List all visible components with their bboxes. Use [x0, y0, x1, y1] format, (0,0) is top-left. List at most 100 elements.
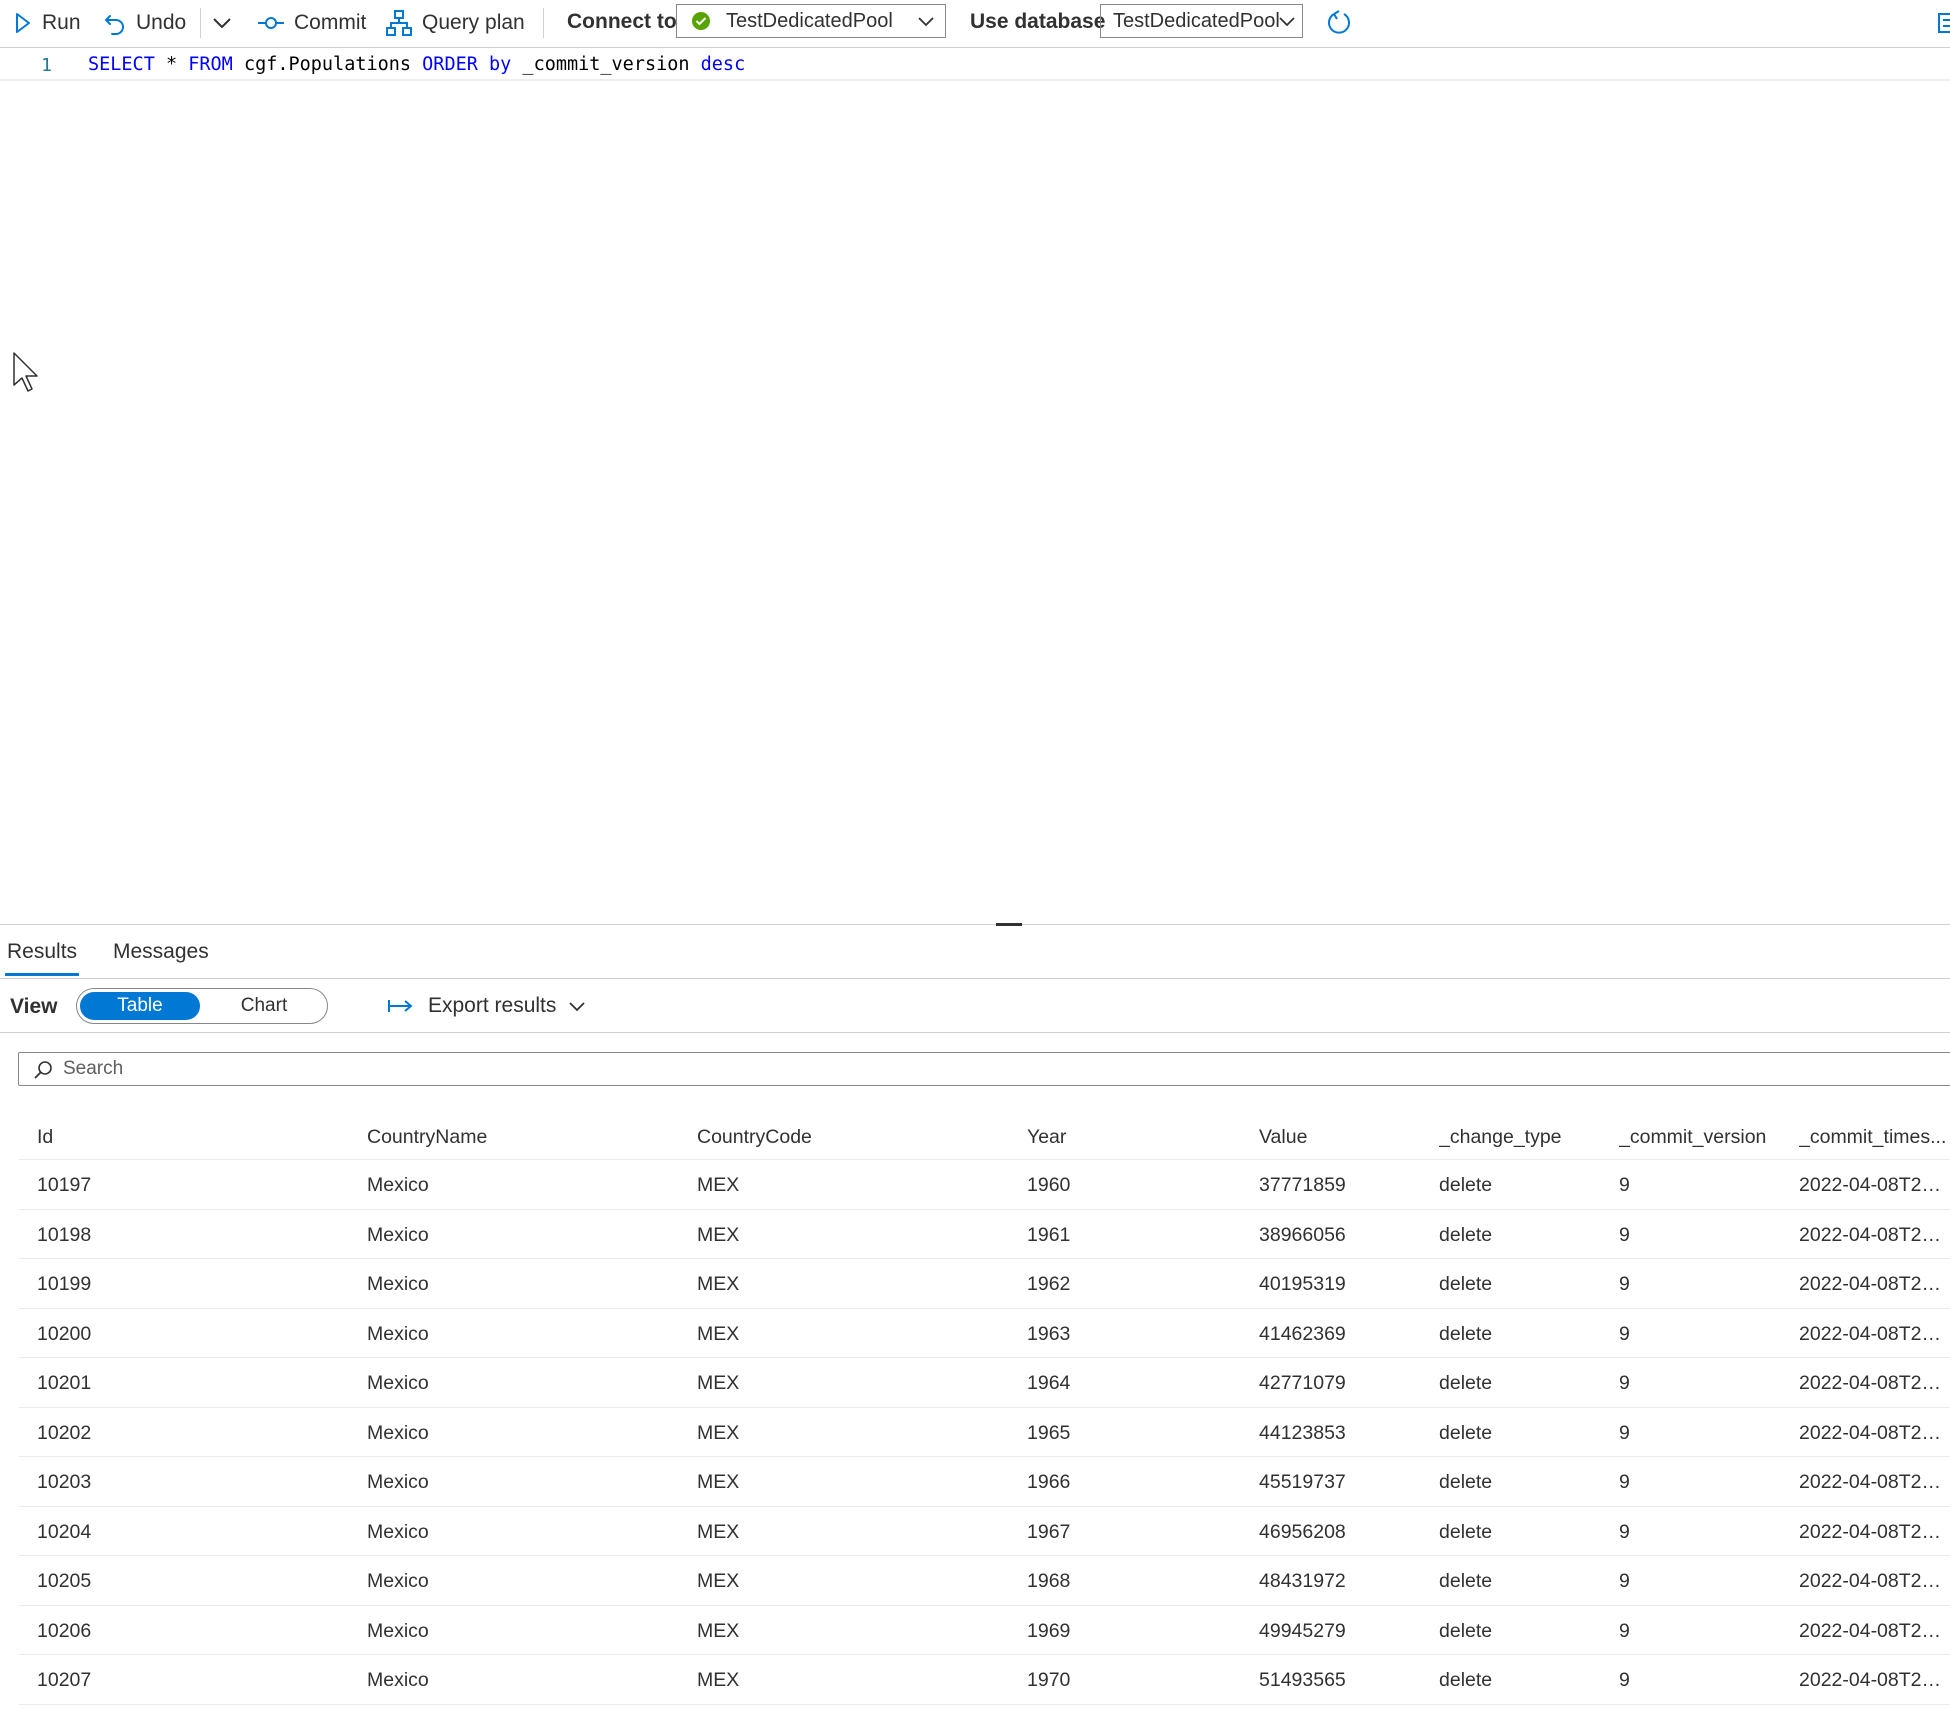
table-row[interactable]: 10197 Mexico MEX 1960 37771859 delete 9 2022-04… — [19, 1160, 1950, 1210]
table-row[interactable]: 10200 Mexico MEX 1963 41462369 delete 9 2022-04… — [19, 1309, 1950, 1358]
table-row[interactable]: 10205 Mexico MEX 1968 48431972 delete 9 2022-04… — [19, 1556, 1950, 1606]
table-cell: 2022-04-08T20:... — [1799, 1174, 1950, 1196]
commit-icon — [258, 17, 284, 29]
query-plan-button[interactable]: Query plan — [386, 6, 525, 40]
properties-button[interactable] — [1938, 6, 1950, 40]
table-cell: 10199 — [37, 1273, 92, 1295]
table-cell: MEX — [697, 1223, 740, 1246]
properties-icon — [1938, 13, 1950, 33]
table-row[interactable]: 10202 Mexico MEX 1965 44123853 delete 9 2022-04… — [19, 1408, 1950, 1457]
column-header[interactable]: Year — [1027, 1126, 1066, 1149]
table-cell: 9 — [1619, 1619, 1630, 1642]
connect-to-label: Connect to — [567, 10, 677, 33]
table-cell: delete — [1439, 1174, 1493, 1196]
keyword-desc: desc — [700, 54, 746, 75]
search-input[interactable] — [61, 1057, 1865, 1081]
mouse-pointer-icon — [13, 352, 38, 392]
table-cell: 10200 — [37, 1322, 92, 1345]
table-cell: 2022-04-08T20:... — [1799, 1273, 1950, 1295]
line-number: 1 — [41, 55, 52, 76]
table-cell: Mexico — [367, 1174, 429, 1196]
refresh-icon — [1328, 10, 1350, 34]
table-row[interactable]: 10207 Mexico MEX 1970 51493565 delete 9 2022-04… — [19, 1655, 1950, 1705]
tab-messages[interactable]: Messages — [113, 940, 209, 964]
hierarchy-icon — [386, 10, 412, 36]
table-cell: 10197 — [37, 1174, 92, 1196]
table-cell: Mexico — [367, 1273, 429, 1295]
keyword-by: by — [489, 54, 512, 75]
table-cell: 1970 — [1027, 1669, 1071, 1691]
sql-code[interactable]: SELECT * FROM cgf.Populations ORDER by _… — [88, 54, 745, 75]
search-icon — [34, 1061, 52, 1079]
table-cell: 2022-04-08T20:... — [1799, 1570, 1950, 1592]
undo-button[interactable]: Undo — [104, 6, 186, 40]
table-cell: MEX — [697, 1570, 740, 1592]
view-toggle[interactable]: Table Chart — [76, 988, 328, 1024]
table-cell: 10206 — [37, 1619, 92, 1642]
column-header[interactable]: Id — [37, 1126, 53, 1149]
column-header[interactable]: _change_type — [1439, 1126, 1562, 1149]
results-search-box[interactable] — [18, 1052, 1950, 1086]
sql-editor[interactable]: 1 SELECT * FROM cgf.Populations ORDER by… — [0, 49, 1950, 924]
table-cell: Mexico — [367, 1669, 429, 1691]
refresh-button[interactable] — [1326, 6, 1362, 40]
toolbar-divider — [543, 8, 544, 38]
code-line[interactable]: 1 SELECT * FROM cgf.Populations ORDER by… — [0, 51, 1950, 81]
table-cell: 1964 — [1027, 1372, 1071, 1394]
table-row[interactable]: 10198 Mexico MEX 1961 38966056 delete 9 2022-04… — [19, 1210, 1950, 1259]
table-cell: 9 — [1619, 1570, 1630, 1592]
undo-dropdown-button[interactable] — [212, 6, 242, 40]
table-cell: 1962 — [1027, 1273, 1071, 1295]
table-cell: 9 — [1619, 1421, 1630, 1444]
table-row[interactable]: 10206 Mexico MEX 1969 49945279 delete 9 2022-04… — [19, 1606, 1950, 1655]
column-header[interactable]: CountryCode — [697, 1126, 812, 1149]
commit-button[interactable]: Commit — [258, 6, 366, 40]
column-header[interactable]: _commit_version — [1619, 1126, 1766, 1149]
table-cell: MEX — [697, 1322, 740, 1345]
table-cell: delete — [1439, 1421, 1493, 1444]
table-cell: Mexico — [367, 1372, 429, 1394]
table-cell: 2022-04-08T20:... — [1799, 1669, 1950, 1691]
table-cell: Mexico — [367, 1520, 429, 1543]
table-cell: 1968 — [1027, 1570, 1071, 1592]
table-cell: MEX — [697, 1619, 740, 1642]
toolbar-divider — [200, 8, 201, 38]
table-cell: delete — [1439, 1669, 1493, 1691]
use-database-select[interactable]: TestDedicatedPool — [1100, 4, 1303, 38]
view-option-chart[interactable]: Chart — [204, 992, 324, 1020]
undo-icon — [104, 15, 124, 35]
table-cell: 48431972 — [1259, 1570, 1346, 1592]
view-option-table[interactable]: Table — [80, 992, 200, 1020]
export-results-button[interactable]: Export results — [388, 991, 586, 1021]
chevron-down-icon — [1279, 17, 1295, 27]
column-header[interactable]: _commit_times... — [1799, 1126, 1950, 1149]
table-cell: MEX — [697, 1520, 740, 1543]
table-cell: 44123853 — [1259, 1421, 1346, 1444]
code-star: * — [154, 54, 189, 75]
table-cell: 2022-04-08T20:... — [1799, 1223, 1950, 1246]
table-row[interactable]: 10203 Mexico MEX 1966 45519737 delete 9 2022-04… — [19, 1457, 1950, 1507]
table-cell: 1967 — [1027, 1520, 1071, 1543]
connected-check-icon — [692, 12, 710, 30]
table-cell: 1966 — [1027, 1471, 1071, 1493]
run-button[interactable]: Run — [14, 6, 81, 40]
table-cell: 9 — [1619, 1273, 1630, 1295]
table-cell: 38966056 — [1259, 1223, 1346, 1246]
table-cell: 37771859 — [1259, 1174, 1346, 1196]
column-header[interactable]: CountryName — [367, 1126, 487, 1149]
tab-results[interactable]: Results — [4, 940, 80, 976]
column-header[interactable]: Value — [1259, 1126, 1307, 1149]
table-row[interactable]: 10201 Mexico MEX 1964 42771079 delete 9 2022-04… — [19, 1358, 1950, 1408]
chevron-down-icon — [918, 17, 934, 27]
use-database-label: Use database — [970, 10, 1106, 33]
keyword-from: FROM — [188, 54, 233, 75]
table-row[interactable]: 10199 Mexico MEX 1962 40195319 delete 9 2022-04… — [19, 1259, 1950, 1309]
table-cell: 51493565 — [1259, 1669, 1346, 1691]
table-cell: 10207 — [37, 1669, 92, 1691]
export-results-label: Export results — [428, 994, 557, 1017]
connect-to-select[interactable]: TestDedicatedPool — [676, 4, 946, 38]
code-column-name: _commit_version — [511, 54, 701, 75]
table-row[interactable]: 10204 Mexico MEX 1967 46956208 delete 9 2022-04… — [19, 1507, 1950, 1556]
table-cell: 42771079 — [1259, 1372, 1346, 1394]
